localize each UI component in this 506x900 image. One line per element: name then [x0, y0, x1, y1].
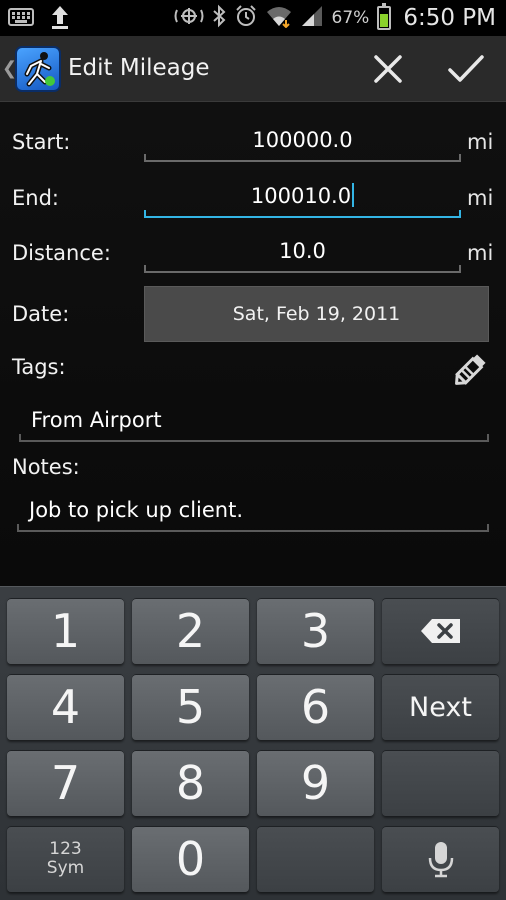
- start-value: 100000.0: [252, 128, 353, 152]
- voice-input-key[interactable]: [382, 826, 499, 892]
- start-field[interactable]: 100000.0: [144, 118, 461, 162]
- end-field[interactable]: 100010.0: [144, 174, 461, 218]
- alarm-icon: [234, 4, 258, 32]
- nfc-icon: [174, 5, 204, 31]
- key-4[interactable]: 4: [7, 674, 124, 740]
- start-label: Start:: [12, 130, 71, 154]
- action-bar: ❮ Edit Mileage: [0, 36, 506, 102]
- battery-percent: 67%: [331, 8, 370, 28]
- key-8[interactable]: 8: [132, 750, 249, 816]
- key-1[interactable]: 1: [7, 598, 124, 664]
- blank-key[interactable]: [382, 750, 499, 816]
- end-value: 100010.0: [250, 184, 352, 208]
- key-6[interactable]: 6: [257, 674, 374, 740]
- key-7[interactable]: 7: [7, 750, 124, 816]
- date-picker-button[interactable]: Sat, Feb 19, 2011: [144, 286, 489, 342]
- key-5[interactable]: 5: [132, 674, 249, 740]
- app-icon[interactable]: [15, 46, 61, 92]
- clock: 6:50 PM: [403, 5, 496, 31]
- cancel-button[interactable]: [358, 46, 418, 92]
- bluetooth-icon: [212, 4, 226, 32]
- distance-value: 10.0: [279, 239, 326, 263]
- signal-icon: [300, 4, 324, 32]
- backspace-key[interactable]: [382, 598, 499, 664]
- blank-key-2[interactable]: [257, 826, 374, 892]
- backspace-icon: [420, 619, 460, 643]
- tags-value: From Airport: [31, 408, 162, 432]
- distance-unit: mi: [467, 241, 494, 265]
- tags-label: Tags:: [12, 355, 66, 379]
- status-bar: 67% 6:50 PM: [0, 0, 506, 36]
- done-button[interactable]: [436, 46, 496, 92]
- microphone-icon: [428, 842, 453, 878]
- key-3[interactable]: 3: [257, 598, 374, 664]
- end-label: End:: [12, 186, 59, 210]
- upload-icon: [50, 4, 70, 34]
- distance-field[interactable]: 10.0: [144, 229, 461, 273]
- key-2[interactable]: 2: [132, 598, 249, 664]
- notes-value: Job to pick up client.: [29, 498, 244, 522]
- wifi-icon: [266, 4, 292, 32]
- symbols-key[interactable]: 123 Sym: [7, 826, 124, 892]
- notes-label: Notes:: [12, 455, 80, 479]
- close-icon: [374, 55, 402, 83]
- distance-label: Distance:: [12, 241, 111, 265]
- keyboard-icon: [8, 8, 34, 30]
- edit-mileage-form: Start: 100000.0 mi End: 100010.0 mi Dist…: [0, 102, 506, 586]
- text-cursor: [352, 183, 355, 207]
- numeric-keyboard: 1 2 3 4 5 6 Next 7 8 9 123 Sym 0: [0, 586, 506, 900]
- page-title: Edit Mileage: [68, 55, 210, 81]
- end-unit: mi: [467, 186, 494, 210]
- key-0[interactable]: 0: [132, 826, 249, 892]
- date-label: Date:: [12, 302, 70, 326]
- next-key[interactable]: Next: [382, 674, 499, 740]
- start-unit: mi: [467, 130, 494, 154]
- edit-tags-button[interactable]: [450, 350, 490, 390]
- tags-field[interactable]: From Airport: [19, 398, 489, 442]
- pencil-icon: [455, 354, 486, 385]
- key-9[interactable]: 9: [257, 750, 374, 816]
- notes-field[interactable]: Job to pick up client.: [17, 488, 489, 532]
- battery-icon: [377, 3, 392, 30]
- checkmark-icon: [448, 55, 484, 82]
